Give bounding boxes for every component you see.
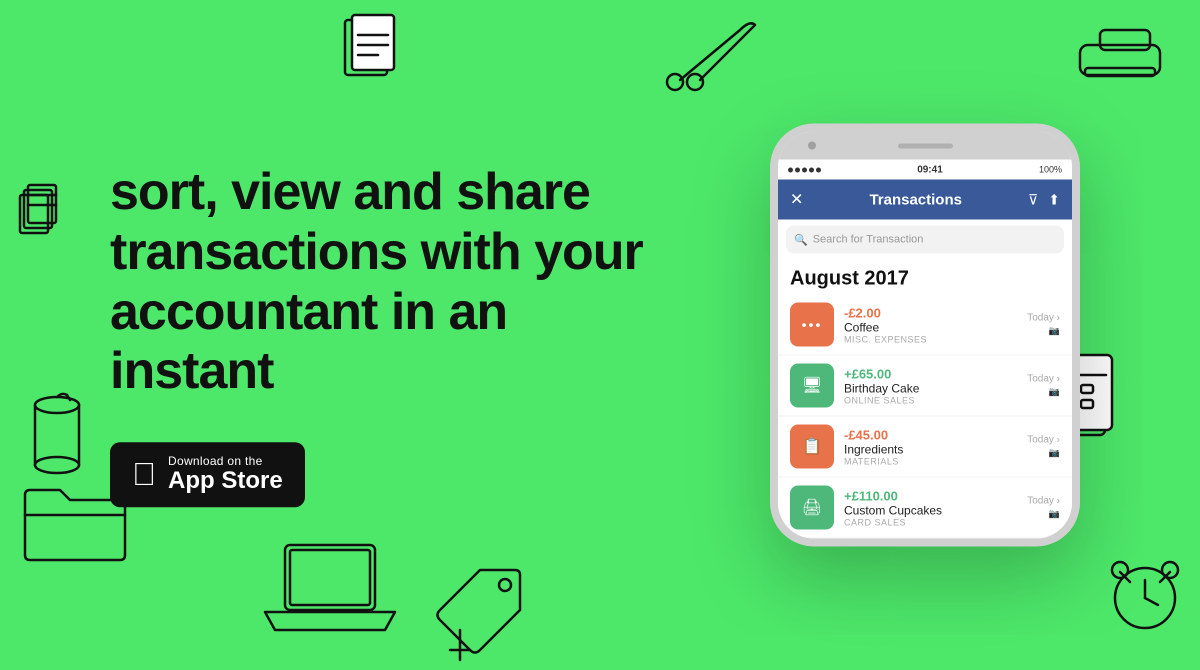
tx-details-4: +£110.00 Custom Cupcakes CARD SALES xyxy=(844,488,1017,527)
tx-date-4: Today › xyxy=(1027,496,1060,507)
nav-close-icon[interactable]: ✕ xyxy=(790,190,803,210)
search-placeholder: Search for Transaction xyxy=(813,234,924,246)
tx-amount-4: +£110.00 xyxy=(844,488,1017,503)
tx-amount-3: -£45.00 xyxy=(844,427,1017,442)
phone-screen: 09:41 100% ✕ Transactions ⊽ ⬆ 🔍 xyxy=(778,160,1072,539)
tx-details-2: +£65.00 Birthday Cake ONLINE SALES xyxy=(844,366,1017,405)
tx-name-2: Birthday Cake xyxy=(844,381,1017,395)
tx-amount-1: -£2.00 xyxy=(844,305,1017,320)
nav-bar: ✕ Transactions ⊽ ⬆ xyxy=(778,180,1072,220)
tx-right-4: Today › 📷 xyxy=(1027,496,1060,520)
search-icon: 🔍 xyxy=(794,233,808,246)
tx-icon-1: ••• xyxy=(790,303,834,347)
phone-speaker xyxy=(898,143,953,148)
tx-camera-icon-1: 📷 xyxy=(1049,326,1060,337)
app-store-btn-text: Download on the App Store xyxy=(168,454,283,494)
tx-name-1: Coffee xyxy=(844,320,1017,334)
phone-frame: 09:41 100% ✕ Transactions ⊽ ⬆ 🔍 xyxy=(770,124,1080,547)
transaction-item[interactable]: 🖥 +£65.00 Birthday Cake ONLINE SALES Tod… xyxy=(778,356,1072,417)
phone-camera xyxy=(808,142,816,150)
tx-amount-2: +£65.00 xyxy=(844,366,1017,381)
doodle-tools-icon xyxy=(660,10,780,100)
tx-right-2: Today › 📷 xyxy=(1027,374,1060,398)
tx-category-2: ONLINE SALES xyxy=(844,395,1017,405)
tx-icon-3: 📋 xyxy=(790,425,834,469)
tx-icon-4: 🖨 xyxy=(790,486,834,530)
headline: sort, view and share transactions with y… xyxy=(110,163,660,402)
tx-name-4: Custom Cupcakes xyxy=(844,503,1017,517)
tx-category-4: CARD SALES xyxy=(844,517,1017,527)
apple-icon:  xyxy=(132,459,156,491)
doodle-stapler-icon xyxy=(1070,20,1170,90)
left-content: sort, view and share transactions with y… xyxy=(110,163,660,507)
background: sort, view and share transactions with y… xyxy=(0,0,1200,670)
tx-name-3: Ingredients xyxy=(844,442,1017,456)
battery-text: 100% xyxy=(1039,165,1062,175)
transaction-item[interactable]: 🖨 +£110.00 Custom Cupcakes CARD SALES To… xyxy=(778,478,1072,539)
tx-camera-icon-4: 📷 xyxy=(1049,509,1060,520)
doodle-document-icon xyxy=(330,10,420,100)
share-icon[interactable]: ⬆ xyxy=(1048,191,1060,208)
tx-camera-icon-2: 📷 xyxy=(1049,387,1060,398)
doodle-tag-icon xyxy=(430,560,530,670)
nav-title: Transactions xyxy=(869,191,962,208)
tx-details-3: -£45.00 Ingredients MATERIALS xyxy=(844,427,1017,466)
status-bar: 09:41 100% xyxy=(778,160,1072,180)
doodle-books-icon xyxy=(10,180,90,260)
tx-details-1: -£2.00 Coffee MISC. EXPENSES xyxy=(844,305,1017,344)
doodle-can-icon xyxy=(20,390,95,480)
transaction-item[interactable]: ••• -£2.00 Coffee MISC. EXPENSES Today ›… xyxy=(778,295,1072,356)
status-time: 09:41 xyxy=(917,164,943,175)
signal-dots xyxy=(788,167,821,172)
tx-date-2: Today › xyxy=(1027,374,1060,385)
app-store-top-text: Download on the xyxy=(168,454,263,468)
doodle-clock-icon xyxy=(1100,550,1190,640)
tx-date-3: Today › xyxy=(1027,435,1060,446)
search-bar[interactable]: 🔍 Search for Transaction xyxy=(786,226,1064,254)
filter-icon[interactable]: ⊽ xyxy=(1028,191,1038,208)
tx-camera-icon-3: 📷 xyxy=(1049,448,1060,459)
nav-action-icons: ⊽ ⬆ xyxy=(1028,191,1060,208)
doodle-laptop-icon xyxy=(260,530,400,640)
app-store-button[interactable]:  Download on the App Store xyxy=(110,442,305,506)
tx-right-3: Today › 📷 xyxy=(1027,435,1060,459)
phone-mockup: 09:41 100% ✕ Transactions ⊽ ⬆ 🔍 xyxy=(770,124,1080,547)
tx-category-1: MISC. EXPENSES xyxy=(844,334,1017,344)
app-store-bottom-text: App Store xyxy=(168,468,283,494)
tx-date-1: Today › xyxy=(1027,313,1060,324)
phone-top-bar xyxy=(778,132,1072,160)
tx-icon-2: 🖥 xyxy=(790,364,834,408)
tx-category-3: MATERIALS xyxy=(844,456,1017,466)
status-right: 100% xyxy=(1039,165,1062,175)
month-header: August 2017 xyxy=(778,260,1072,295)
transaction-item[interactable]: 📋 -£45.00 Ingredients MATERIALS Today › … xyxy=(778,417,1072,478)
tx-right-1: Today › 📷 xyxy=(1027,313,1060,337)
